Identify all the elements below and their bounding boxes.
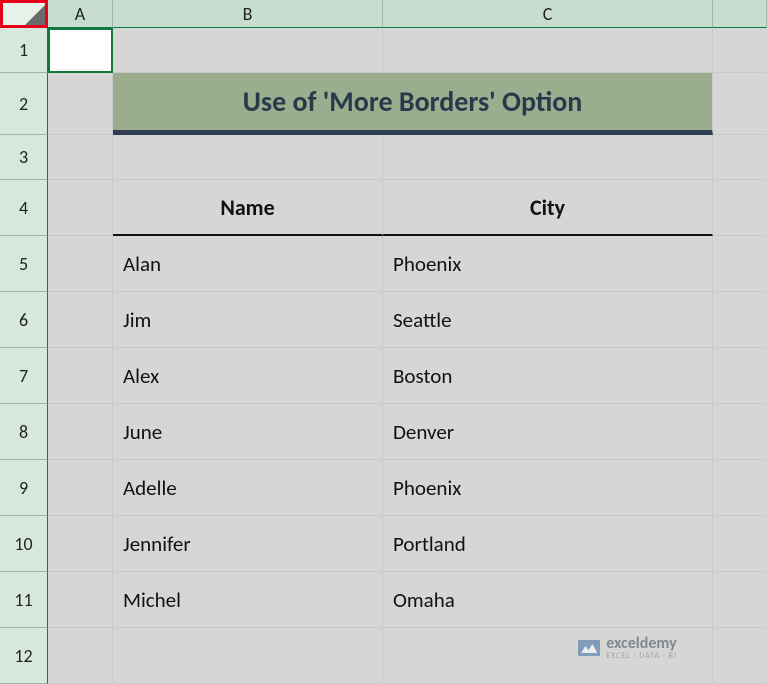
cell-A10[interactable] [48, 516, 113, 572]
table-row[interactable]: Michel [113, 572, 383, 628]
cell-D4[interactable] [713, 180, 767, 236]
row-header-column: 1 2 3 4 5 6 7 8 9 10 11 12 [0, 28, 48, 684]
table-row[interactable]: Seattle [383, 292, 713, 348]
cell-D10[interactable] [713, 516, 767, 572]
cell-D12[interactable] [713, 628, 767, 684]
watermark-subtext: EXCEL · DATA · BI [606, 652, 677, 660]
table-row[interactable]: Jennifer [113, 516, 383, 572]
column-header-B[interactable]: B [113, 0, 383, 28]
spreadsheet-grid: A B C 1 2 3 4 5 6 7 8 9 10 11 12 [0, 0, 767, 684]
row-header-12[interactable]: 12 [0, 628, 48, 684]
cell-D6[interactable] [713, 292, 767, 348]
cell-D9[interactable] [713, 460, 767, 516]
cell-B1[interactable] [113, 28, 383, 73]
column-header-C[interactable]: C [383, 0, 713, 28]
cell-B12[interactable] [113, 628, 383, 684]
cell-C3[interactable] [383, 135, 713, 180]
table-row[interactable]: Adelle [113, 460, 383, 516]
column-header-A[interactable]: A [48, 0, 113, 28]
row-header-2[interactable]: 2 [0, 73, 48, 135]
title-cell[interactable]: Use of 'More Borders' Option [113, 73, 713, 135]
cell-D11[interactable] [713, 572, 767, 628]
row-header-5[interactable]: 5 [0, 236, 48, 292]
table-row[interactable]: Portland [383, 516, 713, 572]
cell-A1-active[interactable] [48, 28, 113, 73]
cell-A5[interactable] [48, 236, 113, 292]
column-header-row: A B C [0, 0, 767, 28]
watermark-text: exceldemy [606, 636, 677, 652]
cell-A2[interactable] [48, 73, 113, 135]
row-header-9[interactable]: 9 [0, 460, 48, 516]
row-header-3[interactable]: 3 [0, 135, 48, 180]
table-row[interactable]: Denver [383, 404, 713, 460]
cell-D3[interactable] [713, 135, 767, 180]
cell-A12[interactable] [48, 628, 113, 684]
table-row[interactable]: Jim [113, 292, 383, 348]
table-row[interactable]: Alan [113, 236, 383, 292]
cell-D2[interactable] [713, 73, 767, 135]
cell-D8[interactable] [713, 404, 767, 460]
table-row[interactable]: Phoenix [383, 236, 713, 292]
table-header-city[interactable]: City [383, 180, 713, 236]
cell-area[interactable]: Use of 'More Borders' Option Name City A… [48, 28, 767, 684]
table-row[interactable]: Phoenix [383, 460, 713, 516]
table-row[interactable]: Alex [113, 348, 383, 404]
row-header-1[interactable]: 1 [0, 28, 48, 73]
cell-B3[interactable] [113, 135, 383, 180]
row-header-6[interactable]: 6 [0, 292, 48, 348]
table-header-name[interactable]: Name [113, 180, 383, 236]
cell-D7[interactable] [713, 348, 767, 404]
select-all-button[interactable] [0, 0, 48, 28]
row-header-4[interactable]: 4 [0, 180, 48, 236]
cell-A3[interactable] [48, 135, 113, 180]
cell-A7[interactable] [48, 348, 113, 404]
cell-D1[interactable] [713, 28, 767, 73]
column-header-D[interactable] [713, 0, 767, 28]
table-row[interactable]: June [113, 404, 383, 460]
cell-A6[interactable] [48, 292, 113, 348]
cell-A9[interactable] [48, 460, 113, 516]
cell-A11[interactable] [48, 572, 113, 628]
row-header-8[interactable]: 8 [0, 404, 48, 460]
table-row[interactable]: Omaha [383, 572, 713, 628]
row-header-11[interactable]: 11 [0, 572, 48, 628]
cell-D5[interactable] [713, 236, 767, 292]
watermark-logo-icon [578, 640, 600, 656]
cell-A4[interactable] [48, 180, 113, 236]
row-header-7[interactable]: 7 [0, 348, 48, 404]
watermark: exceldemy EXCEL · DATA · BI [578, 636, 677, 660]
row-header-10[interactable]: 10 [0, 516, 48, 572]
cell-C1[interactable] [383, 28, 713, 73]
table-row[interactable]: Boston [383, 348, 713, 404]
cell-A8[interactable] [48, 404, 113, 460]
